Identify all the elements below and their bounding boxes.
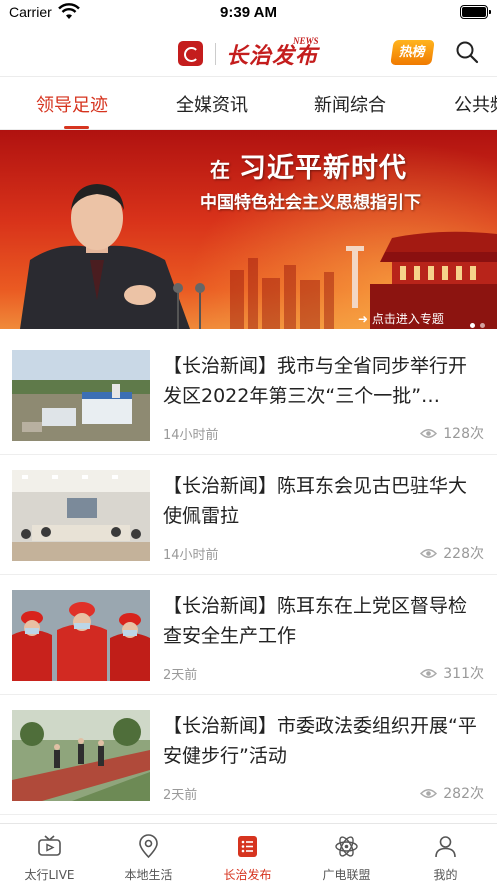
tab-public-channel[interactable]: 公共频: [454, 91, 497, 117]
tabbar-item-broadcast-alliance[interactable]: 广电联盟: [297, 824, 396, 883]
battery-icon: [460, 5, 491, 19]
news-thumbnail: [12, 350, 150, 441]
news-time: 14小时前: [163, 548, 219, 563]
tabbar-label: 本地生活: [124, 868, 173, 882]
list-icon: [238, 836, 257, 857]
clock: 9:39 AM: [220, 4, 277, 21]
tab-leader-footprints[interactable]: 领导足迹: [36, 91, 108, 117]
news-time: 2天前: [163, 788, 198, 803]
carousel-dot: [470, 323, 475, 328]
news-views: 228次: [420, 543, 484, 563]
news-views-count: 228次: [443, 546, 484, 562]
tabbar-item-local-life[interactable]: 本地生活: [99, 824, 198, 883]
eye-icon: [420, 789, 438, 798]
tabbar-label: 太行LIVE: [24, 868, 75, 882]
tab-all-media-news[interactable]: 全媒资讯: [176, 91, 248, 117]
carousel-dot: [480, 323, 485, 328]
eye-icon: [420, 429, 438, 438]
news-title: 【长治新闻】陈耳东会见古巴驻华大使佩雷拉: [163, 475, 468, 527]
news-item[interactable]: 【长治新闻】陈耳东会见古巴驻华大使佩雷拉 14小时前 228次: [0, 455, 497, 575]
news-title: 【长治新闻】市委政法委组织开展“平安健步行”活动: [163, 715, 477, 767]
tabbar-label: 长治发布: [223, 868, 272, 882]
news-views-count: 282次: [443, 786, 484, 802]
news-title: 【长治新闻】陈耳东在上党区督导检查安全生产工作: [163, 595, 468, 647]
tabbar-label: 我的: [433, 868, 458, 882]
banner-headline-prefix: 在: [210, 158, 231, 182]
eye-icon: [420, 669, 438, 678]
logo-divider: [215, 43, 216, 65]
news-time: 2天前: [163, 668, 198, 683]
status-bar: Carrier 9:39 AM: [0, 0, 497, 26]
tab-news-general[interactable]: 新闻综合: [314, 91, 386, 117]
news-time: 14小时前: [163, 428, 219, 443]
tabbar-label: 广电联盟: [322, 868, 371, 882]
eye-icon: [420, 549, 438, 558]
news-views-count: 128次: [443, 426, 484, 442]
channel-tabs: 领导足迹 全媒资讯 新闻综合 公共频: [0, 76, 497, 130]
app-header: 长治发布 NEWS 热榜: [0, 26, 497, 76]
news-item[interactable]: 【长治新闻】我市与全省同步举行开发区2022年第三次“三个一批”… 14小时前 …: [0, 335, 497, 455]
location-pin-icon: [139, 834, 158, 859]
news-item[interactable]: 【长治新闻】陈耳东在上党区督导检查安全生产工作 2天前 311次: [0, 575, 497, 695]
tabbar-item-changzhi-release[interactable]: 长治发布: [198, 824, 297, 883]
bottom-tab-bar: 太行LIVE 本地生活 长治发布 广电联盟 我的: [0, 823, 497, 883]
tv-icon: [38, 835, 61, 856]
tabbar-item-profile[interactable]: 我的: [396, 824, 495, 883]
atom-icon: [335, 836, 358, 857]
banner-headline-main: 习近平新时代: [239, 153, 407, 184]
news-thumbnail: [12, 590, 150, 681]
news-views: 311次: [420, 663, 484, 683]
news-views: 282次: [420, 783, 484, 803]
news-thumbnail: [12, 710, 150, 801]
banner-cta-link[interactable]: 点击进入专题: [358, 310, 444, 327]
tabbar-item-taihang-live[interactable]: 太行LIVE: [0, 824, 99, 883]
carousel-indicator: [465, 313, 485, 329]
app-logo-icon: [178, 41, 203, 66]
news-views-count: 311次: [443, 666, 484, 682]
banner-headline: 在习近平新时代: [210, 146, 407, 185]
app-logo-sup: NEWS: [293, 36, 319, 46]
news-item[interactable]: 【长治新闻】市委政法委组织开展“平安健步行”活动 2天前 282次: [0, 695, 497, 815]
news-thumbnail: [12, 470, 150, 561]
news-views: 128次: [420, 423, 484, 443]
hot-list-button[interactable]: 热榜: [390, 40, 435, 65]
search-icon[interactable]: [455, 40, 479, 64]
news-title: 【长治新闻】我市与全省同步举行开发区2022年第三次“三个一批”…: [163, 355, 468, 407]
featured-banner[interactable]: 在习近平新时代 中国特色社会主义思想指引下 点击进入专题: [0, 130, 497, 329]
person-icon: [435, 836, 456, 858]
banner-subline: 中国特色社会主义思想指引下: [200, 193, 421, 213]
active-tab-indicator: [64, 126, 89, 129]
